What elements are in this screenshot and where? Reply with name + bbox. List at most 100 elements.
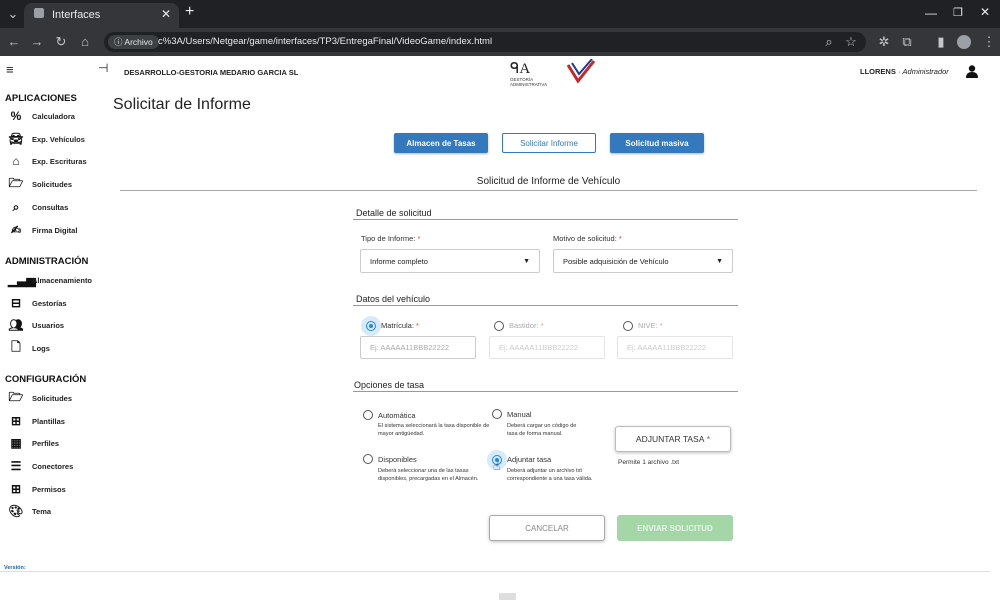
- sidebar-item-perfiles[interactable]: ▦ Perfiles: [8, 434, 59, 452]
- bastidor-input[interactable]: Ej: AAAAA11BBB22222: [489, 336, 605, 359]
- sidebar-item-solicitudes[interactable]: 🗁︎ Solicitudes: [8, 175, 72, 193]
- user-name: LLORENS: [860, 67, 896, 76]
- file-chip[interactable]: ⓘ Archivo: [108, 35, 159, 49]
- sidebar-item-logs[interactable]: 🗋︎ Logs: [8, 339, 50, 357]
- section-divider: [353, 391, 738, 392]
- list-box-icon: ☰: [10, 459, 22, 473]
- nive-radio[interactable]: [623, 321, 633, 331]
- scroll-handle[interactable]: [499, 593, 516, 600]
- sidebar-item-conectores[interactable]: ☰ Conectores: [8, 457, 74, 475]
- hand-cursor-icon: ☝︎: [493, 459, 501, 473]
- adjuntar-label: Adjuntar tasa: [507, 455, 552, 464]
- car-icon: 🚘︎: [8, 132, 24, 146]
- manual-desc: Deberá cargar un código de tasa de forma…: [507, 423, 577, 437]
- sidebar-item-label: Consultas: [32, 202, 69, 212]
- new-tab-button[interactable]: +: [185, 3, 194, 21]
- caret-down-icon: ▼: [523, 257, 530, 265]
- motivo-value: Posible adquisición de Vehículo: [563, 256, 669, 266]
- sidebar-item-calculadora[interactable]: % Calculadora: [8, 107, 75, 125]
- user-account-icon[interactable]: [966, 65, 978, 78]
- briefcase-icon: ⊟: [10, 296, 22, 310]
- maximize-icon[interactable]: ❐: [953, 6, 963, 19]
- page-favicon-icon: [34, 8, 44, 18]
- folder-open-icon: 🗁︎: [8, 389, 24, 404]
- house-icon: ⌂: [12, 154, 20, 168]
- manual-radio[interactable]: [492, 409, 502, 419]
- matricula-radio[interactable]: [366, 321, 376, 331]
- address-bar[interactable]: ⓘ Archivo c%3A/Users/Netgear/game/interf…: [104, 32, 866, 52]
- users-icon: 👥︎: [8, 318, 24, 332]
- sidebar-item-label: Usuarios: [32, 320, 65, 330]
- sidebar-section-aplicaciones: APLICACIONES: [5, 93, 77, 104]
- matricula-input[interactable]: Ej: AAAAA11BBB22222: [360, 336, 476, 359]
- user-info: LLORENS · Administrador: [860, 67, 949, 76]
- extension-icon[interactable]: ✲: [875, 32, 893, 52]
- automatica-radio[interactable]: [363, 410, 373, 420]
- zoom-icon[interactable]: ⌕: [820, 32, 838, 52]
- motivo-label: Motivo de solicitud: *: [553, 234, 622, 243]
- sidebar-item-exp-escrituras[interactable]: ⌂ Exp. Escrituras: [8, 152, 86, 170]
- sidebar-item-permisos[interactable]: ⊞ Permisos: [8, 480, 66, 498]
- cancel-button[interactable]: CANCELAR: [489, 515, 605, 541]
- adjuntar-tasa-button[interactable]: ADJUNTAR TASA *: [615, 426, 731, 452]
- tab-close-icon[interactable]: ✕: [161, 7, 171, 21]
- document-icon: 🗋︎: [11, 339, 21, 354]
- tab-solicitud-masiva[interactable]: Solicitud masiva: [610, 133, 704, 153]
- minimize-icon[interactable]: —: [925, 6, 937, 20]
- profile-avatar[interactable]: [957, 35, 971, 49]
- percent-icon: %: [10, 109, 22, 123]
- disponibles-radio[interactable]: [363, 454, 373, 464]
- sidebar-toggle-icon[interactable]: ▮: [932, 32, 950, 52]
- required-marker: *: [706, 434, 711, 444]
- browser-menu-icon[interactable]: ⋮: [980, 32, 998, 52]
- required-marker: *: [659, 321, 663, 330]
- sidebar-item-almacenamiento[interactable]: ▁▃▅ Almacenamiento: [8, 271, 92, 289]
- company-name: DESARROLLO-GESTORIA MEDARIO GARCIA SL: [124, 68, 299, 77]
- submit-button[interactable]: ENVIAR SOLICITUD: [617, 515, 733, 541]
- caret-down-icon: ▼: [716, 257, 723, 265]
- form-title: Solicitud de Informe de Vehículo: [476, 176, 621, 187]
- logo-check-icon: [566, 59, 596, 84]
- nive-input[interactable]: Ej: AAAAA11BBB22222: [617, 336, 733, 359]
- sidebar-item-plantillas[interactable]: ⊞ Plantillas: [8, 412, 65, 430]
- disponibles-label: Disponibles: [378, 455, 417, 464]
- logo-mark-icon: ᑫA: [510, 61, 531, 77]
- home-icon[interactable]: ⌂: [76, 32, 94, 52]
- adjuntar-desc: Deberá adjuntar un archivo txt correspon…: [507, 468, 593, 482]
- reload-icon[interactable]: ↻: [52, 32, 70, 52]
- motivo-select[interactable]: Posible adquisición de Vehículo ▼: [553, 249, 733, 273]
- permite-archivo-text: Permite 1 archivo .txt: [618, 459, 680, 466]
- nive-label: NIVE: *: [638, 321, 663, 330]
- window-close-icon[interactable]: ✕: [980, 5, 990, 19]
- search-icon: ⌕: [12, 199, 20, 214]
- sidebar-item-usuarios[interactable]: 👥︎ Usuarios: [8, 316, 64, 334]
- sidebar-item-tema[interactable]: 🎨︎ Tema: [8, 502, 51, 520]
- sidebar-item-gestorias[interactable]: ⊟ Gestorías: [8, 294, 67, 312]
- form-divider: [120, 190, 977, 191]
- tipo-informe-value: Informe completo: [370, 256, 428, 266]
- tab-almacen-de-tasas[interactable]: Almacen de Tasas: [394, 133, 488, 153]
- sidebar-section-configuracion: CONFIGURACIÓN: [5, 374, 87, 385]
- sidebar-item-firma-digital[interactable]: ✍︎ Firma Digital: [8, 221, 77, 239]
- browser-tab[interactable]: Interfaces ✕: [24, 3, 179, 28]
- extensions-puzzle-icon[interactable]: ⧉: [898, 32, 916, 52]
- sidebar-item-exp-vehiculos[interactable]: 🚘︎ Exp. Vehículos: [8, 130, 85, 148]
- automatica-desc: El sistema seleccionará la tasa disponib…: [378, 423, 490, 437]
- sidebar-item-label: Calculadora: [32, 111, 75, 121]
- back-icon[interactable]: ←: [5, 32, 23, 52]
- sidebar-item-config-solicitudes[interactable]: 🗁︎ Solicitudes: [8, 389, 72, 407]
- tipo-informe-label: Tipo de Informe: *: [361, 234, 420, 243]
- sidebar-item-label: Permisos: [32, 484, 66, 494]
- forward-icon[interactable]: →: [28, 32, 46, 52]
- sidebar-item-label: Tema: [32, 506, 52, 516]
- sidebar-item-label: Firma Digital: [32, 225, 78, 235]
- bastidor-radio[interactable]: [494, 321, 504, 331]
- sidebar-item-consultas[interactable]: ⌕ Consultas: [8, 198, 69, 216]
- user-role: Administrador: [902, 67, 949, 76]
- bastidor-label-text: Bastidor:: [509, 321, 539, 330]
- tab-solicitar-informe[interactable]: Solicitar Informe: [502, 133, 596, 153]
- bookmark-star-icon[interactable]: ☆: [842, 32, 860, 52]
- sidebar-item-label: Exp. Vehículos: [32, 134, 85, 144]
- tipo-informe-select[interactable]: Informe completo ▼: [360, 249, 540, 273]
- tab-search-icon[interactable]: ⌄: [4, 4, 22, 24]
